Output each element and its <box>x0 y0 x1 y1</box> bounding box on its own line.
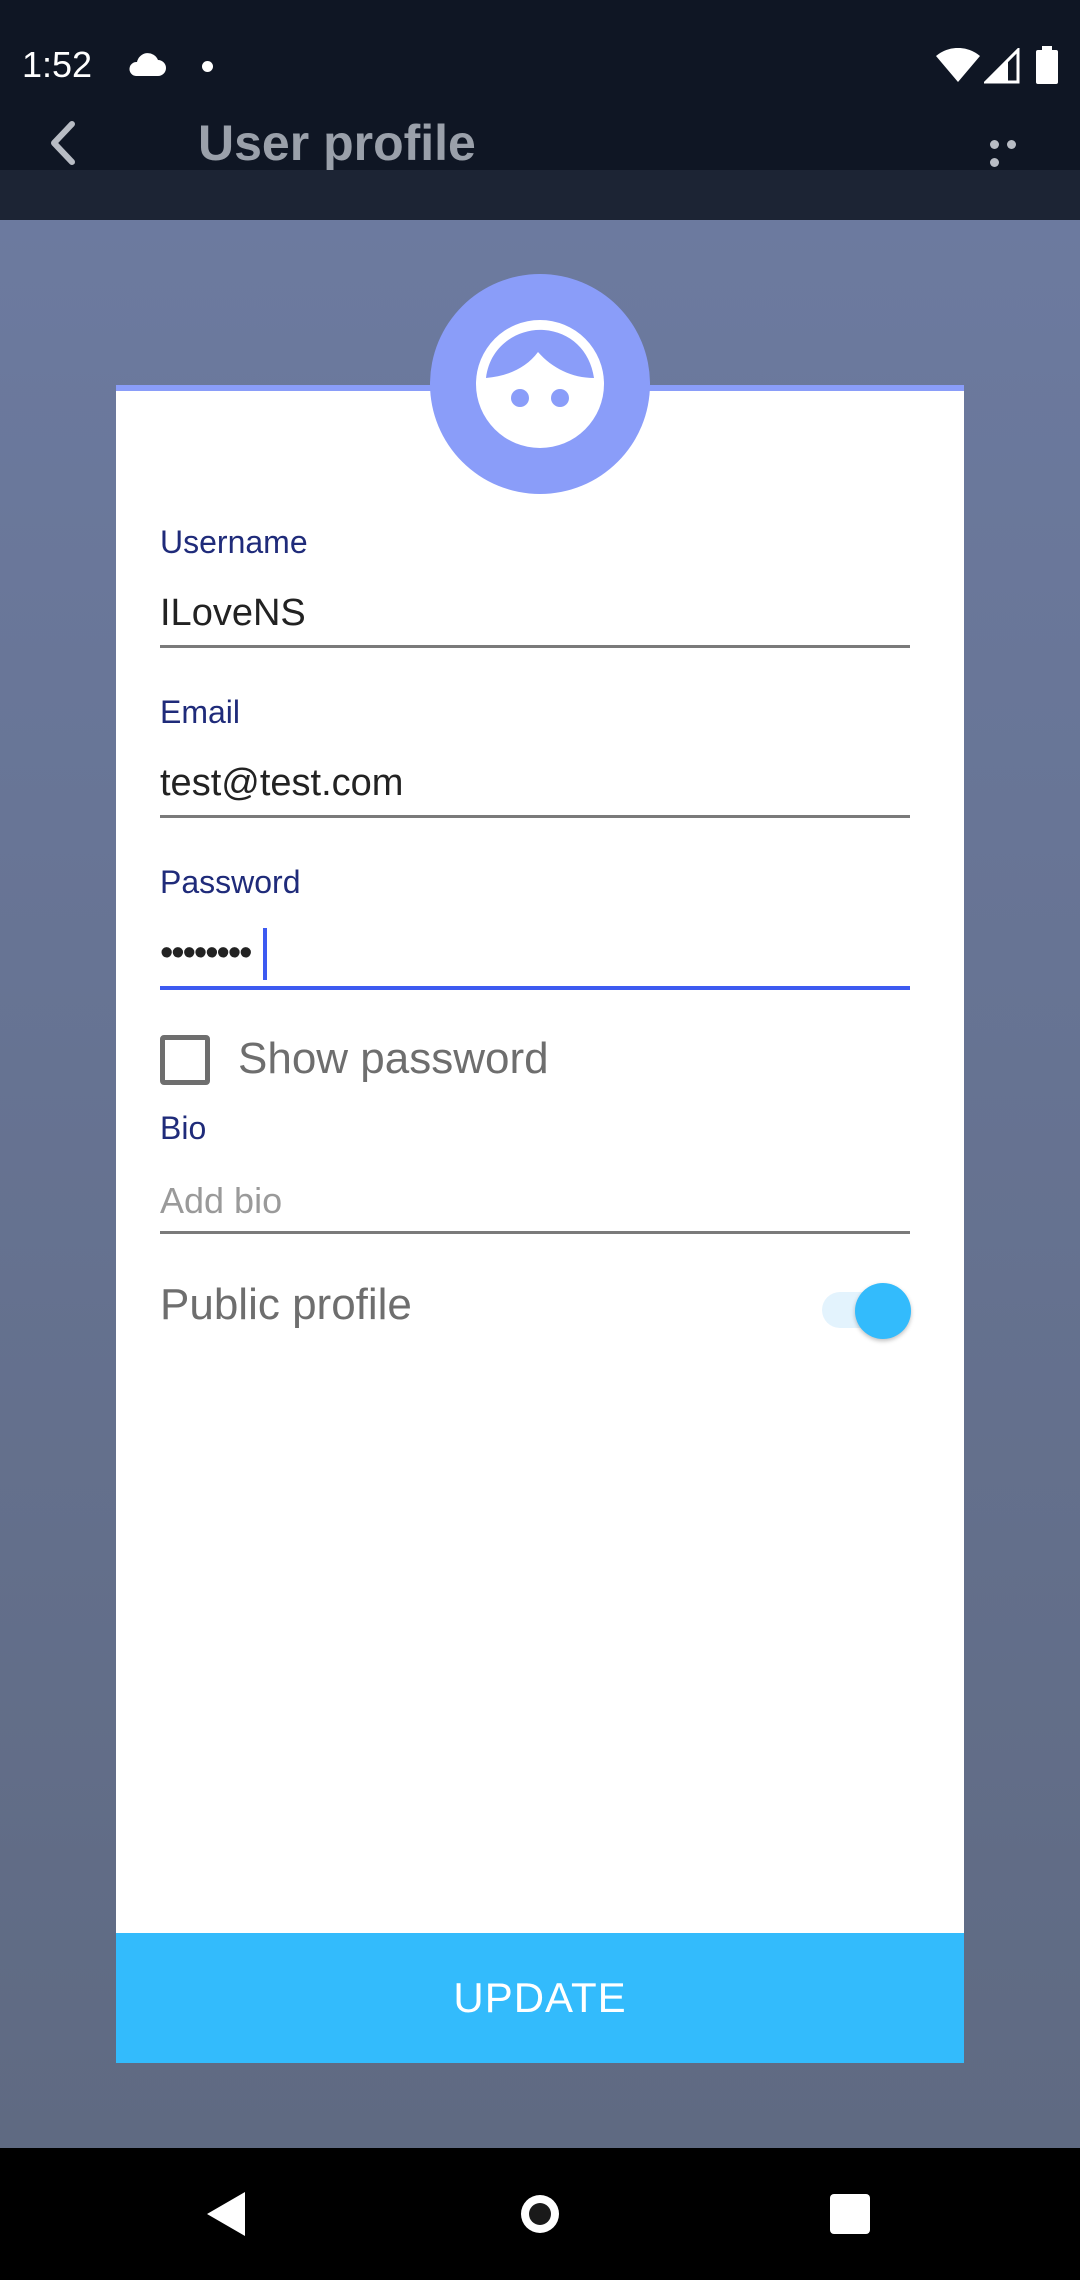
bio-input[interactable]: Add bio <box>160 1180 282 1222</box>
wifi-icon <box>936 48 980 82</box>
nav-back-icon[interactable] <box>205 2190 247 2238</box>
public-profile-label: Public profile <box>160 1280 412 1329</box>
nav-recents-icon[interactable] <box>830 2194 870 2234</box>
password-underline <box>160 986 910 990</box>
more-horizontal-icon[interactable] <box>990 136 1038 167</box>
password-label: Password <box>160 864 301 900</box>
chevron-left-icon[interactable] <box>44 120 80 166</box>
email-underline <box>160 815 910 818</box>
show-password-checkbox[interactable] <box>160 1035 210 1085</box>
notification-dot-icon <box>202 61 213 72</box>
page-title: User profile <box>198 115 476 171</box>
dot-icon <box>990 158 999 167</box>
update-button[interactable]: UPDATE <box>116 1933 964 2063</box>
app-bar: User profile <box>0 100 1080 171</box>
status-time: 1:52 <box>22 44 93 85</box>
nav-home-icon[interactable] <box>518 2192 562 2236</box>
dot-icon <box>1007 140 1016 149</box>
password-input[interactable]: •••••••• <box>160 932 252 975</box>
username-label: Username <box>160 524 308 560</box>
face-icon <box>476 320 604 448</box>
cloud-icon <box>129 53 166 76</box>
username-underline <box>160 645 910 648</box>
show-password-label[interactable]: Show password <box>238 1034 549 1084</box>
toggle-thumb[interactable] <box>855 1283 911 1339</box>
dot-icon <box>990 140 999 149</box>
text-caret <box>263 928 267 980</box>
avatar[interactable] <box>430 274 650 494</box>
profile-card <box>116 385 964 2063</box>
bio-underline <box>160 1231 910 1234</box>
app-bar-divider <box>0 170 1080 220</box>
username-input[interactable]: ILoveNS <box>160 592 306 635</box>
system-nav-bar <box>0 2148 1080 2280</box>
bio-label: Bio <box>160 1110 207 1146</box>
signal-icon <box>984 48 1020 84</box>
battery-icon <box>1036 46 1058 84</box>
email-input[interactable]: test@test.com <box>160 762 403 805</box>
email-label: Email <box>160 694 241 730</box>
